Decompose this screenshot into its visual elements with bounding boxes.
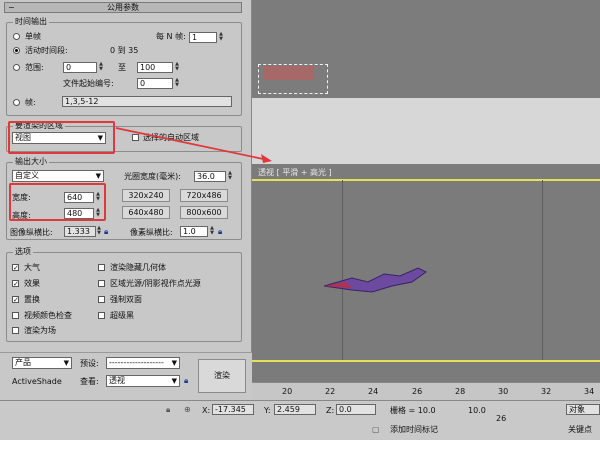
selection-filter[interactable]: 对象 <box>566 404 600 415</box>
keypoint-label[interactable]: 关键点 <box>568 425 592 435</box>
timeline[interactable]: 20 22 24 26 28 30 32 34 <box>252 382 600 400</box>
transform-icon[interactable]: ⊕ <box>184 405 191 415</box>
lock-icon[interactable]: 🔒︎ <box>166 405 170 415</box>
z-coordinate-field[interactable]: 0.0 <box>336 404 376 415</box>
frame-value: 26 <box>496 414 507 423</box>
timeline-tick: 32 <box>541 387 552 396</box>
z-label: Z: <box>326 406 335 415</box>
timeline-tick: 30 <box>498 387 509 396</box>
grid-label: 栅格 = 10.0 <box>390 406 436 415</box>
x-label: X: <box>202 406 211 415</box>
status-bar: 🔒︎ ⊕ X: -17.345 Y: 2.459 Z: 0.0 栅格 = 10.… <box>0 400 600 440</box>
y-label: Y: <box>264 406 271 415</box>
grid-value: 10.0 <box>468 406 486 415</box>
add-time-marker[interactable]: 添加时间标记 <box>390 425 438 435</box>
timeline-tick: 24 <box>368 387 379 396</box>
y-coordinate-field[interactable]: 2.459 <box>274 404 316 415</box>
timeline-tick: 22 <box>325 387 336 396</box>
timeline-tick: 26 <box>412 387 423 396</box>
timeline-tick: 28 <box>455 387 466 396</box>
timeline-tick: 20 <box>282 387 293 396</box>
marker-icon[interactable]: ▢ <box>372 425 380 435</box>
timeline-tick: 34 <box>584 387 595 396</box>
x-coordinate-field[interactable]: -17.345 <box>212 404 254 415</box>
